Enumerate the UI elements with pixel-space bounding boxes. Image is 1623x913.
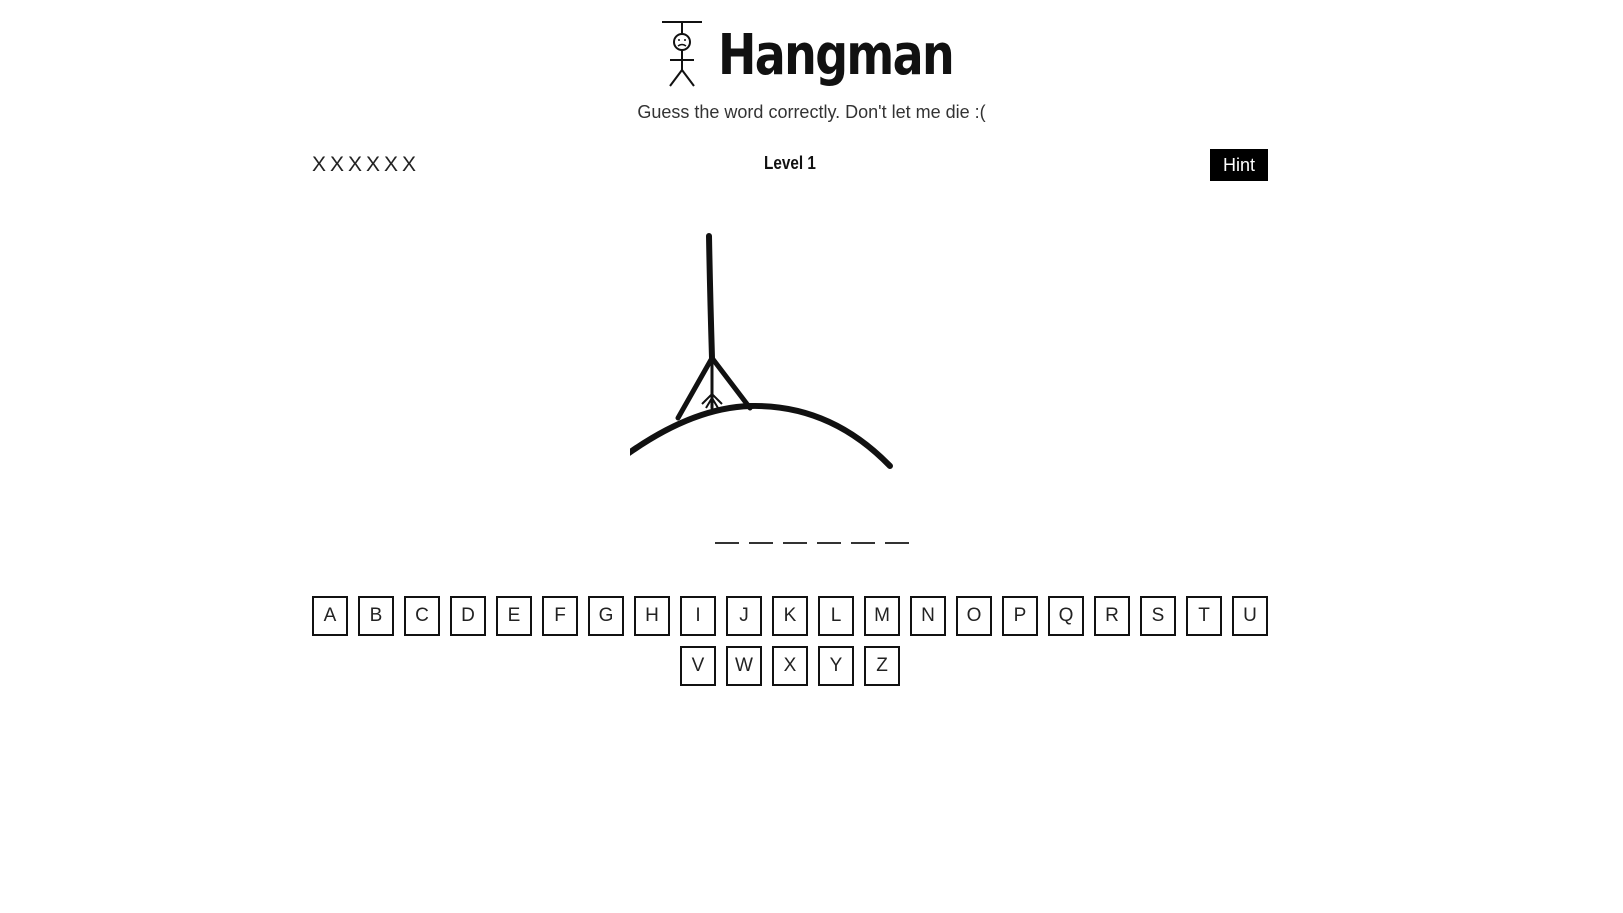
letter-key-v[interactable]: V — [680, 646, 716, 686]
letter-key-n[interactable]: N — [910, 596, 946, 636]
letter-key-h[interactable]: H — [634, 596, 670, 636]
hint-button[interactable]: Hint — [1210, 149, 1268, 181]
letter-key-o[interactable]: O — [956, 596, 992, 636]
page-subtitle: Guess the word correctly. Don't let me d… — [637, 102, 986, 122]
page-title: Hangman — [718, 23, 955, 88]
gallows-drawing — [630, 233, 893, 469]
letter-key-f[interactable]: F — [542, 596, 578, 636]
letter-blank — [850, 542, 875, 544]
letter-key-w[interactable]: W — [726, 646, 762, 686]
header: Hangman — [0, 20, 1623, 92]
letter-key-a[interactable]: A — [312, 596, 348, 636]
letter-blank — [782, 542, 807, 544]
letter-key-g[interactable]: G — [588, 596, 624, 636]
letter-key-l[interactable]: L — [818, 596, 854, 636]
letter-blank — [884, 542, 909, 544]
letter-keyboard: ABCDEFGHIJKLMNOPQRSTU VWXYZ — [312, 596, 1268, 686]
letter-key-i[interactable]: I — [680, 596, 716, 636]
letter-key-s[interactable]: S — [1140, 596, 1176, 636]
status-row: XXXXXX Level 1 Hint — [312, 148, 1268, 182]
letter-key-b[interactable]: B — [358, 596, 394, 636]
letter-key-r[interactable]: R — [1094, 596, 1130, 636]
letter-key-e[interactable]: E — [496, 596, 532, 636]
letter-key-t[interactable]: T — [1186, 596, 1222, 636]
letter-key-x[interactable]: X — [772, 646, 808, 686]
letter-blank — [748, 542, 773, 544]
letter-key-q[interactable]: Q — [1048, 596, 1084, 636]
letter-key-c[interactable]: C — [404, 596, 440, 636]
level-indicator: Level 1 — [764, 153, 816, 173]
letter-key-z[interactable]: Z — [864, 646, 900, 686]
letter-key-p[interactable]: P — [1002, 596, 1038, 636]
letter-key-u[interactable]: U — [1232, 596, 1268, 636]
letter-key-j[interactable]: J — [726, 596, 762, 636]
word-blanks — [0, 542, 1623, 544]
letter-blank — [714, 542, 739, 544]
letter-key-k[interactable]: K — [772, 596, 808, 636]
letter-key-m[interactable]: M — [864, 596, 900, 636]
hangman-stickfigure-icon — [662, 21, 703, 87]
letter-key-d[interactable]: D — [450, 596, 486, 636]
letter-key-y[interactable]: Y — [818, 646, 854, 686]
letter-blank — [816, 542, 841, 544]
